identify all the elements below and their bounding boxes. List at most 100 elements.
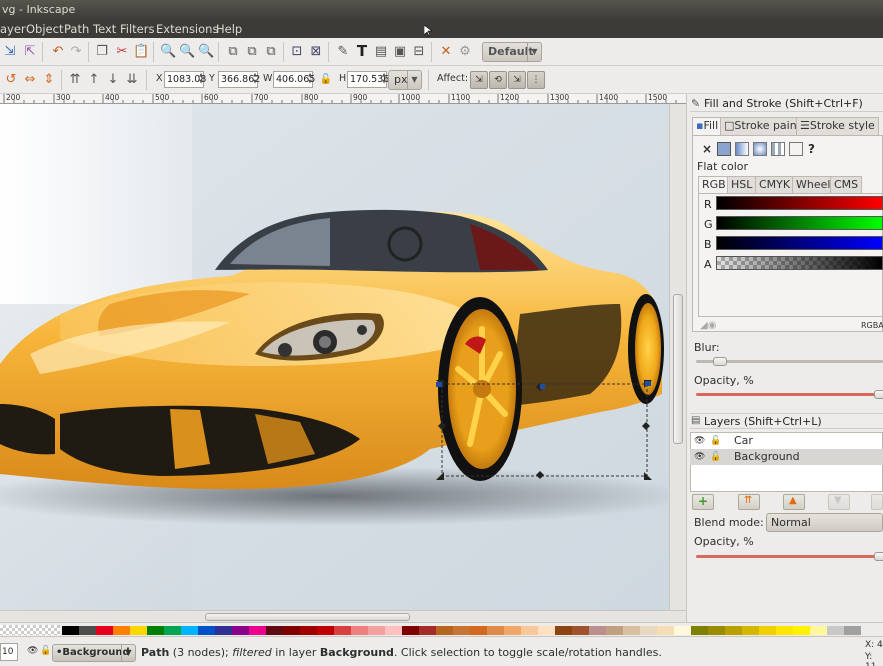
xml-editor-icon[interactable]: ▤ xyxy=(373,44,389,60)
lock-proportions-icon[interactable]: 🔓 xyxy=(318,72,334,88)
text-font-icon[interactable]: T xyxy=(354,43,370,59)
cut-icon[interactable]: ✂ xyxy=(114,44,130,60)
unset-paint-icon[interactable]: ? xyxy=(808,142,815,156)
color-swatch[interactable] xyxy=(164,626,181,635)
unlink-clone-icon[interactable]: ⧉ xyxy=(263,44,279,60)
zoom-selection-icon[interactable]: 🔍 xyxy=(160,44,176,60)
color-swatch[interactable] xyxy=(130,626,147,635)
flip-vertical-icon[interactable]: ⇕ xyxy=(41,72,57,88)
color-swatch[interactable] xyxy=(827,626,844,635)
color-swatch[interactable] xyxy=(589,626,606,635)
lower-to-bottom-icon[interactable]: ⇊ xyxy=(124,72,140,88)
tab-fill[interactable]: ▪Fill xyxy=(692,117,723,135)
fill-stroke-icon[interactable]: ✎ xyxy=(335,44,351,60)
color-swatch[interactable] xyxy=(793,626,810,635)
h-spin-icon[interactable]: ▲ ▼ xyxy=(381,72,387,87)
menu-object[interactable]: Object xyxy=(26,20,63,38)
fill-opacity-slider-handle[interactable] xyxy=(874,390,883,399)
radial-gradient-button[interactable] xyxy=(753,142,767,156)
flip-horizontal-icon[interactable]: ⇔ xyxy=(22,72,38,88)
color-swatch[interactable] xyxy=(79,626,96,635)
color-swatch[interactable] xyxy=(334,626,351,635)
no-color-swatch[interactable] xyxy=(0,625,60,635)
raise-icon[interactable]: ↑ xyxy=(86,72,102,88)
layer-to-top-button[interactable]: ⇈ xyxy=(738,494,760,510)
inkscape-settings-icon[interactable]: ⚙ xyxy=(457,44,473,60)
color-swatch[interactable] xyxy=(487,626,504,635)
current-layer-dropdown[interactable]: •Background ▼ xyxy=(52,644,136,662)
color-swatch[interactable] xyxy=(249,626,266,635)
zoom-drawing-icon[interactable]: 🔍 xyxy=(179,44,195,60)
color-swatch[interactable] xyxy=(266,626,283,635)
color-swatch[interactable] xyxy=(759,626,776,635)
color-swatch[interactable] xyxy=(436,626,453,635)
color-swatch[interactable] xyxy=(521,626,538,635)
color-swatch[interactable] xyxy=(351,626,368,635)
color-swatch[interactable] xyxy=(725,626,742,635)
color-swatch[interactable] xyxy=(181,626,198,635)
vertical-scrollbar[interactable] xyxy=(669,104,686,610)
clone-icon[interactable]: ⧉ xyxy=(244,44,260,60)
lower-icon[interactable]: ↓ xyxy=(105,72,121,88)
layer-lower-button[interactable]: ▼ xyxy=(828,494,850,510)
color-swatch[interactable] xyxy=(453,626,470,635)
undo-icon[interactable]: ↶ xyxy=(50,44,66,60)
document-properties-icon[interactable]: ▣ xyxy=(392,44,408,60)
blur-slider-handle[interactable] xyxy=(713,357,727,366)
color-swatch[interactable] xyxy=(640,626,657,635)
layer-opacity-slider-handle[interactable] xyxy=(874,552,883,561)
color-swatch[interactable] xyxy=(742,626,759,635)
flat-color-button[interactable] xyxy=(717,142,731,156)
color-swatch[interactable] xyxy=(844,626,861,635)
color-swatch[interactable] xyxy=(317,626,334,635)
color-swatch[interactable] xyxy=(300,626,317,635)
w-spin-icon[interactable]: ▲ ▼ xyxy=(307,72,313,87)
tab-cmyk[interactable]: CMYK xyxy=(755,176,795,194)
duplicate-icon[interactable]: ⧉ xyxy=(225,44,241,60)
color-swatch[interactable] xyxy=(470,626,487,635)
style-dropdown[interactable]: Default ▼ xyxy=(482,42,542,62)
layer-lock-icon[interactable]: 🔓 xyxy=(40,646,51,656)
menu-extensions[interactable]: Extensions xyxy=(156,20,218,38)
zoom-page-icon[interactable]: 🔍 xyxy=(198,44,214,60)
export-icon[interactable]: ⇱ xyxy=(22,44,38,60)
color-picker-icon[interactable]: ◢◉ xyxy=(700,320,716,331)
color-swatch[interactable] xyxy=(606,626,623,635)
unit-dropdown[interactable]: px ▼ xyxy=(388,70,422,90)
menu-text[interactable]: Text xyxy=(93,20,116,38)
color-swatch[interactable] xyxy=(283,626,300,635)
blend-mode-dropdown[interactable]: Normal xyxy=(766,513,883,532)
color-swatch[interactable] xyxy=(385,626,402,635)
layer-opacity-slider-track[interactable] xyxy=(696,555,883,558)
raise-to-top-icon[interactable]: ⇈ xyxy=(67,72,83,88)
layer-row-car[interactable]: 👁 🔓 Car xyxy=(690,433,883,449)
no-paint-icon[interactable]: × xyxy=(702,142,712,156)
color-swatch[interactable] xyxy=(215,626,232,635)
color-swatch[interactable] xyxy=(623,626,640,635)
horizontal-scrollbar-thumb[interactable] xyxy=(205,613,410,621)
pattern-button[interactable] xyxy=(771,142,785,156)
color-swatch[interactable] xyxy=(674,626,691,635)
add-layer-button[interactable]: + xyxy=(692,494,714,510)
ungroup-icon[interactable]: ⊠ xyxy=(308,44,324,60)
menu-path[interactable]: Path xyxy=(64,20,89,38)
color-swatch[interactable] xyxy=(368,626,385,635)
redo-icon[interactable]: ↷ xyxy=(68,44,84,60)
drawing-canvas[interactable] xyxy=(0,104,669,610)
color-swatch[interactable] xyxy=(555,626,572,635)
linear-gradient-button[interactable] xyxy=(735,142,749,156)
color-swatch[interactable] xyxy=(657,626,674,635)
color-swatch[interactable] xyxy=(810,626,827,635)
x-spin-icon[interactable]: ▲ ▼ xyxy=(198,72,204,87)
layer-raise-button[interactable]: ▲ xyxy=(783,494,805,510)
group-icon[interactable]: ⊡ xyxy=(289,44,305,60)
y-spin-icon[interactable]: ▲ ▼ xyxy=(252,72,258,87)
tab-hsl[interactable]: HSL xyxy=(727,176,757,194)
lock-icon[interactable]: 🔓 xyxy=(710,449,721,465)
affect-corners-button[interactable]: ⟲ xyxy=(489,71,507,89)
alpha-slider[interactable] xyxy=(716,256,883,270)
import-icon[interactable]: ⇲ xyxy=(2,44,18,60)
layer-to-bottom-button[interactable] xyxy=(871,494,883,510)
color-swatch[interactable] xyxy=(708,626,725,635)
green-slider[interactable] xyxy=(716,216,883,230)
